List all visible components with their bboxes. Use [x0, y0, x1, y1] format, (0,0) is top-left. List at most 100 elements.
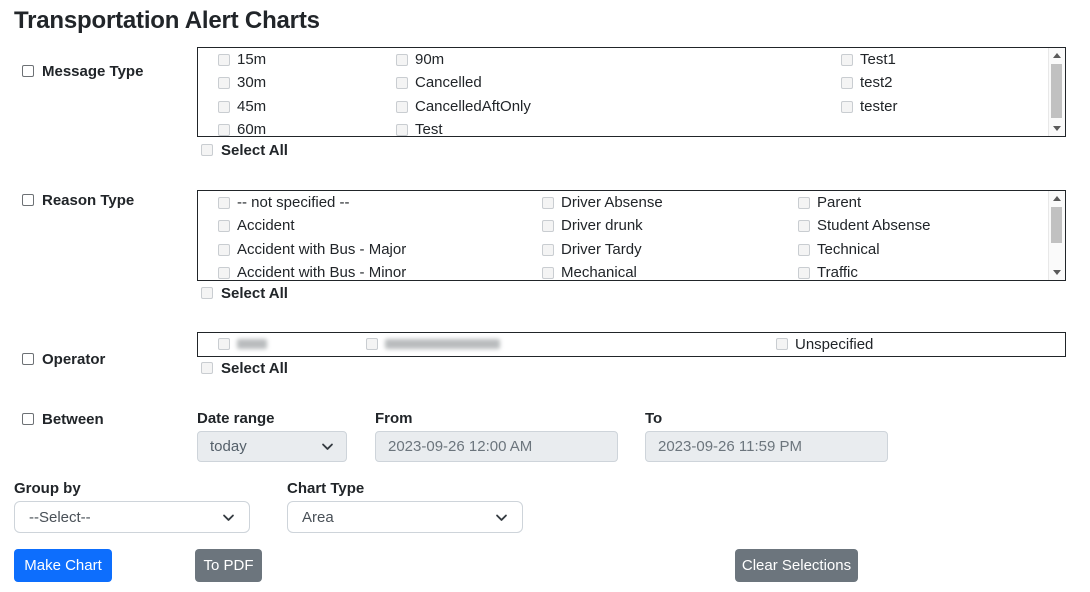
from-datetime-input[interactable]: 2023-09-26 12:00 AM [375, 431, 618, 462]
checkbox[interactable] [798, 244, 810, 256]
checkbox[interactable] [841, 77, 853, 89]
transportation-alert-charts-page: Transportation Alert Charts Message Type… [0, 0, 1090, 592]
scrollbar[interactable] [1048, 191, 1065, 280]
checkbox-item[interactable]: Test1 [841, 48, 896, 71]
checkbox-item-redacted[interactable] [218, 333, 267, 355]
scroll-up-icon[interactable] [1049, 48, 1065, 63]
checkbox[interactable] [218, 244, 230, 256]
checkbox-item[interactable]: Student Absense [798, 214, 930, 237]
checkbox-item[interactable]: 15m [218, 48, 266, 71]
date-range-select[interactable]: today [197, 431, 347, 462]
checkbox-item[interactable]: Driver drunk [542, 214, 643, 237]
checkbox-item[interactable]: Parent [798, 191, 861, 214]
scroll-down-icon[interactable] [1049, 265, 1065, 280]
checkbox[interactable] [218, 267, 230, 279]
checkbox-item[interactable]: -- not specified -- [218, 191, 350, 214]
scrollbar-thumb[interactable] [1051, 64, 1062, 118]
scrollbar[interactable] [1048, 48, 1065, 136]
checkbox-item-label: Accident [237, 217, 295, 234]
between-checkbox[interactable] [22, 413, 34, 425]
operator-select-all[interactable]: Select All [201, 360, 288, 376]
checkbox[interactable] [776, 338, 788, 350]
message-type-select-all[interactable]: Select All [201, 142, 288, 158]
checkbox-item-label: Test1 [860, 51, 896, 68]
checkbox[interactable] [798, 220, 810, 232]
checkbox-item-label: Traffic [817, 264, 858, 281]
checkbox[interactable] [542, 197, 554, 209]
clear-selections-button[interactable]: Clear Selections [735, 549, 858, 582]
checkbox-item[interactable]: Driver Absense [542, 191, 663, 214]
checkbox-item-label: tester [860, 98, 898, 115]
checkbox[interactable] [218, 124, 230, 136]
checkbox-item[interactable]: Accident with Bus - Major [218, 238, 406, 261]
scroll-down-icon[interactable] [1049, 121, 1065, 136]
checkbox[interactable] [396, 54, 408, 66]
checkbox[interactable] [396, 77, 408, 89]
checkbox-item[interactable]: 30m [218, 71, 266, 94]
reason-type-select-all[interactable]: Select All [201, 285, 288, 301]
to-pdf-button[interactable]: To PDF [195, 549, 262, 582]
checkbox-item-label: Accident with Bus - Major [237, 241, 406, 258]
checkbox-item-label: Driver Absense [561, 194, 663, 211]
checkbox-item[interactable]: Cancelled [396, 71, 482, 94]
checkbox-item-label: Accident with Bus - Minor [237, 264, 406, 281]
chart-type-select[interactable]: Area [287, 501, 523, 533]
checkbox-item[interactable]: Technical [798, 238, 880, 261]
checkbox-item[interactable]: Driver Tardy [542, 238, 642, 261]
checkbox-item[interactable]: tester [841, 95, 898, 118]
group-by-select[interactable]: --Select-- [14, 501, 250, 533]
make-chart-button[interactable]: Make Chart [14, 549, 112, 582]
checkbox-item[interactable]: Mechanical [542, 261, 637, 284]
select-all-label: Select All [221, 142, 288, 159]
to-datetime-value: 2023-09-26 11:59 PM [658, 438, 802, 455]
checkbox[interactable] [841, 101, 853, 113]
checkbox[interactable] [218, 338, 230, 350]
to-datetime-input[interactable]: 2023-09-26 11:59 PM [645, 431, 888, 462]
reason-type-checkbox[interactable] [22, 194, 34, 206]
checkbox[interactable] [542, 220, 554, 232]
select-all-label: Select All [221, 360, 288, 377]
checkbox-item-label: Driver Tardy [561, 241, 642, 258]
checkbox[interactable] [218, 197, 230, 209]
select-all-label: Select All [221, 285, 288, 302]
checkbox[interactable] [798, 267, 810, 279]
checkbox-item[interactable]: Accident with Bus - Minor [218, 261, 406, 284]
operator-checkbox[interactable] [22, 353, 34, 365]
scroll-up-icon[interactable] [1049, 191, 1065, 206]
checkbox-item[interactable]: 60m [218, 118, 266, 141]
checkbox-item-redacted[interactable] [366, 333, 500, 355]
checkbox[interactable] [542, 244, 554, 256]
checkbox-item[interactable]: Test [396, 118, 443, 141]
checkbox-item[interactable]: Traffic [798, 261, 858, 284]
chart-type-value: Area [302, 509, 334, 526]
checkbox[interactable] [218, 101, 230, 113]
checkbox-item-label: 45m [237, 98, 266, 115]
message-type-checkbox[interactable] [22, 65, 34, 77]
checkbox[interactable] [366, 338, 378, 350]
checkbox[interactable] [218, 77, 230, 89]
checkbox-item[interactable]: Unspecified [776, 333, 873, 355]
message-type-label: Message Type [42, 63, 143, 80]
checkbox[interactable] [218, 220, 230, 232]
checkbox-item-label: Test [415, 121, 443, 138]
redacted-text [385, 339, 500, 349]
checkbox-item[interactable]: 45m [218, 95, 266, 118]
select-all-checkbox[interactable] [201, 287, 213, 299]
select-all-checkbox[interactable] [201, 362, 213, 374]
chevron-down-icon [495, 511, 508, 524]
checkbox-item[interactable]: CancelledAftOnly [396, 95, 531, 118]
checkbox-item[interactable]: test2 [841, 71, 893, 94]
checkbox[interactable] [396, 124, 408, 136]
chevron-down-icon [321, 440, 334, 453]
checkbox-item-label: Mechanical [561, 264, 637, 281]
scrollbar-thumb[interactable] [1051, 207, 1062, 243]
checkbox[interactable] [542, 267, 554, 279]
checkbox[interactable] [841, 54, 853, 66]
checkbox[interactable] [396, 101, 408, 113]
checkbox[interactable] [218, 54, 230, 66]
checkbox-item[interactable]: 90m [396, 48, 444, 71]
checkbox[interactable] [798, 197, 810, 209]
checkbox-item[interactable]: Accident [218, 214, 295, 237]
select-all-checkbox[interactable] [201, 144, 213, 156]
checkbox-item-label: 60m [237, 121, 266, 138]
